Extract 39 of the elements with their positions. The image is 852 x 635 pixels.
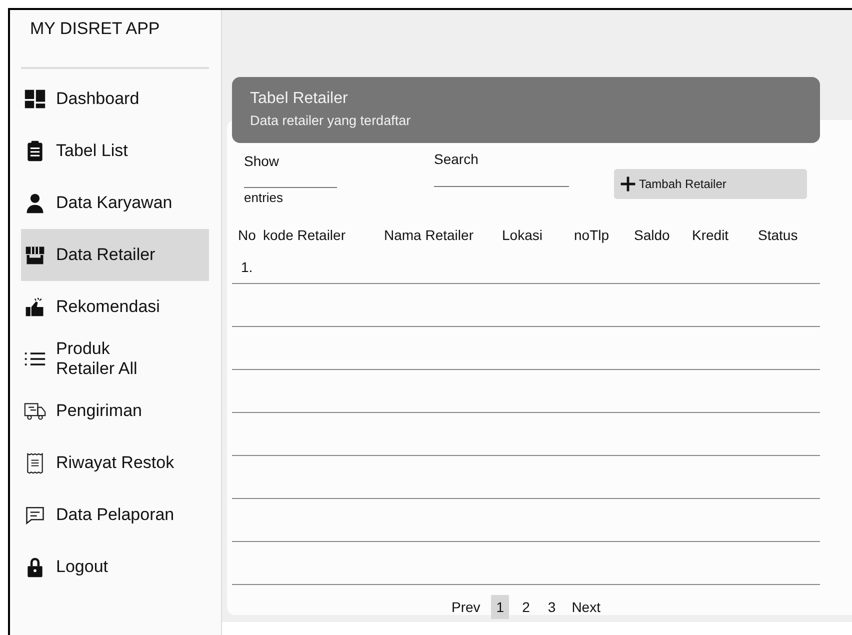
column-header: Kredit — [692, 227, 730, 245]
column-header: Nama Retailer — [384, 227, 474, 245]
column-header: kode Retailer — [263, 227, 346, 245]
sidebar-item[interactable]: Data Karyawan — [21, 177, 209, 229]
storefront-icon — [24, 244, 46, 266]
card-subtitle: Data retailer yang terdaftar — [250, 113, 412, 128]
page-link[interactable]: 1 — [491, 595, 510, 619]
sidebar-item[interactable]: Dashboard — [21, 73, 209, 125]
prev-link[interactable]: Prev — [448, 596, 484, 618]
person-icon — [24, 192, 46, 214]
column-header: noTlp — [574, 227, 610, 245]
page-link[interactable]: 3 — [542, 595, 561, 619]
sidebar-item[interactable]: Data Pelaporan — [21, 489, 209, 541]
column-header: Lokasi — [502, 227, 544, 245]
add-retailer-button[interactable]: Tambah Retailer — [614, 169, 807, 199]
sidebar-item[interactable]: Tabel List — [21, 125, 209, 177]
app-title: MY DISRET APP — [29, 18, 161, 40]
truck-icon — [24, 400, 46, 422]
table-cell-text: 1. — [240, 259, 254, 277]
column-header: No — [238, 227, 257, 245]
entries-label: entries — [244, 190, 284, 205]
dashboard-icon — [24, 88, 46, 110]
sidebar-item[interactable]: Riwayat Restok — [21, 437, 209, 489]
card-title: Tabel Retailer — [250, 90, 349, 108]
sidebar-item[interactable]: Rekomendasi — [21, 281, 209, 333]
column-header: Status — [758, 227, 799, 245]
sidebar-item[interactable]: Produk Retailer All — [21, 333, 209, 385]
column-header: Saldo — [634, 227, 671, 245]
sidebar-item[interactable]: Data Retailer — [21, 229, 209, 281]
chat-icon — [24, 504, 46, 526]
page-link[interactable]: 2 — [517, 595, 535, 619]
sidebar-item[interactable]: Logout — [21, 541, 209, 593]
show-label: Show — [244, 153, 280, 169]
search-label: Search — [434, 151, 480, 167]
thumbs-up-icon — [24, 296, 46, 318]
plus-icon — [620, 176, 636, 192]
receipt-icon — [24, 452, 46, 474]
next-link[interactable]: Next — [568, 596, 604, 618]
sidebar-item[interactable]: Pengiriman — [21, 385, 209, 437]
